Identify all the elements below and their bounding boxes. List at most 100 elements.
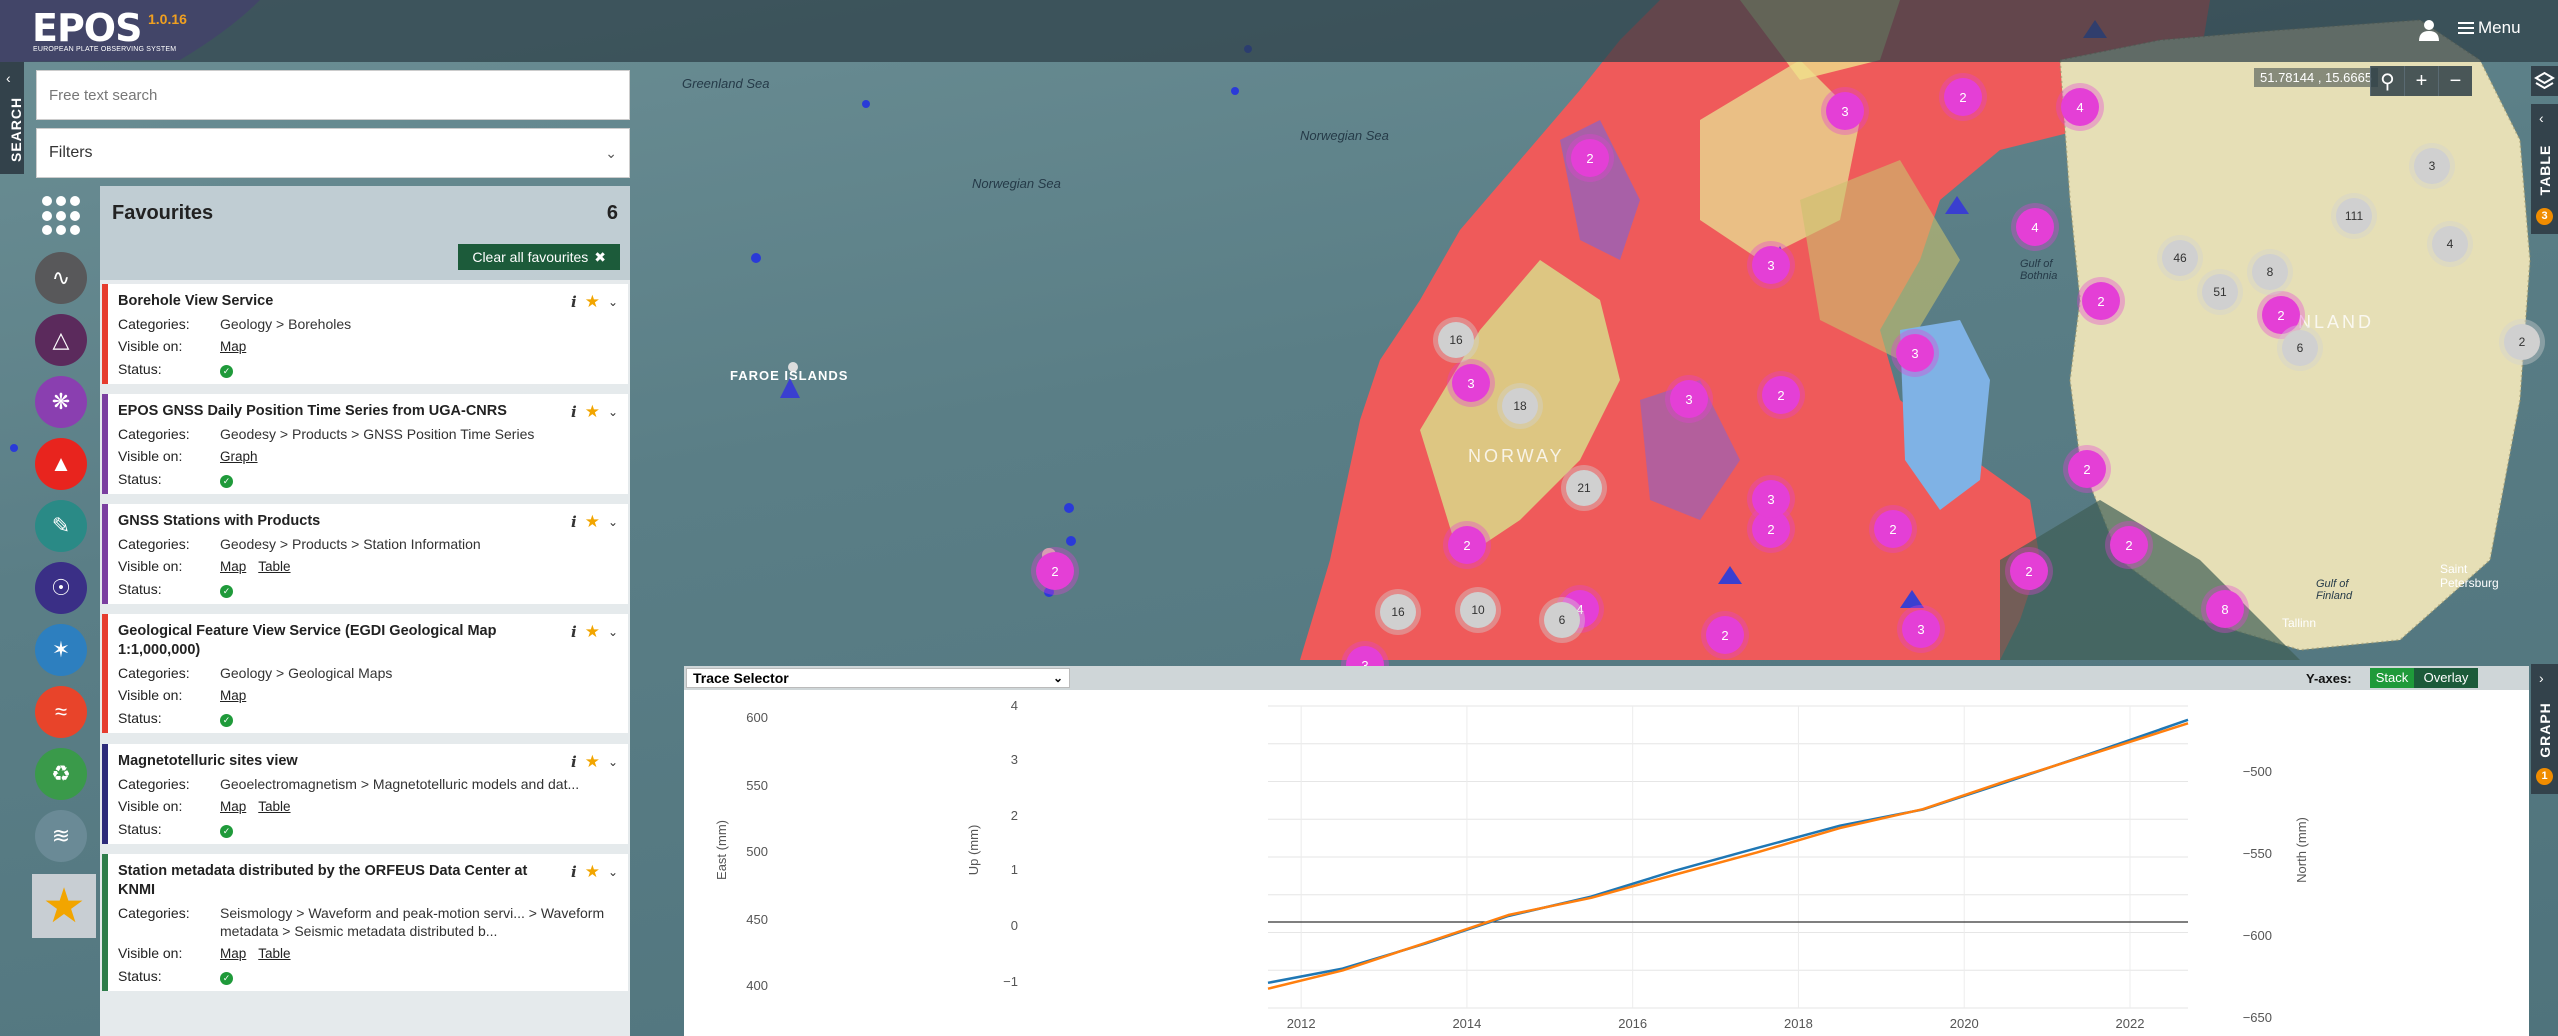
- map-cluster-marker[interactable]: 111: [2336, 198, 2372, 234]
- graph-panel-toggle[interactable]: › GRAPH 1: [2531, 664, 2558, 794]
- info-icon[interactable]: i: [571, 753, 577, 771]
- seismology-category-icon[interactable]: ∿: [35, 252, 87, 304]
- star-icon[interactable]: ★: [585, 292, 600, 312]
- chevron-down-icon[interactable]: ⌄: [608, 405, 618, 419]
- map-cluster-marker[interactable]: 4: [2016, 208, 2054, 246]
- map-cluster-marker[interactable]: 2: [2082, 282, 2120, 320]
- map-cluster-marker[interactable]: 21: [1566, 470, 1602, 506]
- visible-on-link[interactable]: Map: [220, 559, 246, 574]
- map-cluster-marker[interactable]: 2: [1448, 526, 1486, 564]
- map-cluster-marker[interactable]: 3: [1896, 334, 1934, 372]
- map-cluster-marker[interactable]: 46: [2162, 240, 2198, 276]
- map-cluster-marker[interactable]: 3: [1752, 480, 1790, 518]
- satellite-category-icon[interactable]: ❋: [35, 376, 87, 428]
- search-panel-toggle[interactable]: ‹ SEARCH: [0, 62, 24, 174]
- geomagnetism-category-icon[interactable]: ☉: [35, 562, 87, 614]
- anthropogenic-category-icon[interactable]: ✶: [35, 624, 87, 676]
- map-cluster-marker[interactable]: 2: [1571, 139, 1609, 177]
- info-icon[interactable]: i: [571, 513, 577, 531]
- favourite-card[interactable]: Station metadata distributed by the ORFE…: [102, 854, 628, 991]
- star-icon[interactable]: ★: [585, 402, 600, 422]
- favourite-card[interactable]: Magnetotelluric sites view i ★ ⌄ Categor…: [102, 744, 628, 844]
- star-icon[interactable]: ★: [585, 752, 600, 772]
- zoom-out-button[interactable]: −: [2438, 66, 2472, 96]
- map-cluster-marker[interactable]: 8: [2206, 590, 2244, 628]
- time-series-chart[interactable]: 2012 2014 2016 2018 2020 2022 600 550 500 450 400 4…: [684, 690, 2529, 1036]
- chevron-down-icon[interactable]: ⌄: [608, 755, 618, 769]
- map-cluster-marker[interactable]: 10: [1460, 592, 1496, 628]
- visible-on-link[interactable]: Graph: [220, 449, 258, 464]
- star-icon[interactable]: ★: [585, 862, 600, 882]
- star-icon[interactable]: ★: [585, 622, 600, 642]
- category-column: ∿ △ ❋ ▲ ✎ ☉ ✶ ≈ ♻ ≋ ★: [30, 186, 100, 1036]
- info-icon[interactable]: i: [571, 403, 577, 421]
- favourite-card[interactable]: GNSS Stations with Products i ★ ⌄ Catego…: [102, 504, 628, 604]
- map-cluster-marker[interactable]: 6: [2282, 330, 2318, 366]
- visible-on-link[interactable]: Map: [220, 799, 246, 814]
- map-cluster-marker[interactable]: 6: [1544, 602, 1580, 638]
- map-cluster-marker[interactable]: 4: [2432, 226, 2468, 262]
- favourite-card[interactable]: Borehole View Service i ★ ⌄ Categories: G…: [102, 284, 628, 384]
- geology-category-icon[interactable]: ✎: [35, 500, 87, 552]
- map-cluster-marker[interactable]: 2: [1706, 616, 1744, 654]
- map-cluster-marker[interactable]: 4: [2061, 88, 2099, 126]
- map-cluster-marker[interactable]: 2: [1874, 510, 1912, 548]
- visible-on-link[interactable]: Table: [258, 799, 290, 814]
- map-cluster-marker[interactable]: 2: [1036, 552, 1074, 590]
- filters-dropdown[interactable]: Filters ⌄: [36, 128, 630, 178]
- up-tick-label: 0: [1011, 918, 1018, 933]
- chevron-down-icon[interactable]: ⌄: [608, 295, 618, 309]
- chevron-down-icon[interactable]: ⌄: [608, 625, 618, 639]
- menu-button[interactable]: Menu: [2458, 18, 2521, 38]
- map-cluster-marker[interactable]: 3: [1826, 92, 1864, 130]
- favourite-card[interactable]: EPOS GNSS Daily Position Time Series fro…: [102, 394, 628, 494]
- map-cluster-marker[interactable]: 16: [1438, 322, 1474, 358]
- map-cluster-marker[interactable]: 2: [2262, 296, 2300, 334]
- table-panel-toggle[interactable]: ‹ TABLE 3: [2531, 104, 2558, 234]
- info-icon[interactable]: i: [571, 623, 577, 641]
- tsunami-category-icon[interactable]: ≋: [35, 810, 87, 862]
- map-cluster-marker[interactable]: 3: [1670, 380, 1708, 418]
- map-cluster-marker[interactable]: 2: [1762, 376, 1800, 414]
- map-cluster-marker[interactable]: 2: [2504, 324, 2540, 360]
- visible-on-link[interactable]: Table: [258, 946, 290, 961]
- map-cluster-marker[interactable]: 2: [1944, 78, 1982, 116]
- stack-button[interactable]: Stack: [2370, 668, 2414, 688]
- map-cluster-marker[interactable]: 2: [2068, 450, 2106, 488]
- map-cluster-marker[interactable]: 3: [1902, 610, 1940, 648]
- user-icon[interactable]: [2418, 18, 2440, 42]
- map-cluster-marker[interactable]: 8: [2252, 254, 2288, 290]
- map-cluster-marker[interactable]: 16: [1380, 594, 1416, 630]
- geodesy-category-icon[interactable]: △: [35, 314, 87, 366]
- map-cluster-marker[interactable]: 3: [2414, 148, 2450, 184]
- geoenergy-category-icon[interactable]: ♻: [35, 748, 87, 800]
- all-categories-grid-icon[interactable]: [42, 196, 82, 236]
- visible-on-link[interactable]: Map: [220, 339, 246, 354]
- map-cluster-marker[interactable]: 3: [1452, 364, 1490, 402]
- multiscale-lab-category-icon[interactable]: ≈: [35, 686, 87, 738]
- search-icon[interactable]: ⚲: [2370, 66, 2404, 96]
- overlay-button[interactable]: Overlay: [2414, 668, 2478, 688]
- trace-selector-dropdown[interactable]: Trace Selector ⌄: [686, 668, 1070, 688]
- favourite-card[interactable]: Geological Feature View Service (EGDI Ge…: [102, 614, 628, 733]
- info-icon[interactable]: i: [571, 293, 577, 311]
- star-icon[interactable]: ★: [585, 512, 600, 532]
- zoom-in-button[interactable]: +: [2404, 66, 2438, 96]
- favourites-star-icon[interactable]: ★: [32, 874, 96, 938]
- visible-on-link[interactable]: Table: [258, 559, 290, 574]
- map-cluster-marker[interactable]: 18: [1502, 388, 1538, 424]
- volcano-category-icon[interactable]: ▲: [35, 438, 87, 490]
- free-text-search-input[interactable]: [36, 70, 630, 120]
- info-icon[interactable]: i: [571, 863, 577, 881]
- chevron-down-icon[interactable]: ⌄: [608, 865, 618, 879]
- layers-icon[interactable]: [2531, 66, 2558, 96]
- map-cluster-marker[interactable]: 51: [2202, 274, 2238, 310]
- epos-logo[interactable]: EPOS: [32, 6, 142, 50]
- map-cluster-marker[interactable]: 3: [1752, 246, 1790, 284]
- visible-on-link[interactable]: Map: [220, 946, 246, 961]
- map-cluster-marker[interactable]: 2: [2010, 552, 2048, 590]
- chevron-down-icon[interactable]: ⌄: [608, 515, 618, 529]
- visible-on-link[interactable]: Map: [220, 688, 246, 703]
- clear-all-favourites-button[interactable]: Clear all favourites ✖: [458, 244, 620, 270]
- map-cluster-marker[interactable]: 2: [2110, 526, 2148, 564]
